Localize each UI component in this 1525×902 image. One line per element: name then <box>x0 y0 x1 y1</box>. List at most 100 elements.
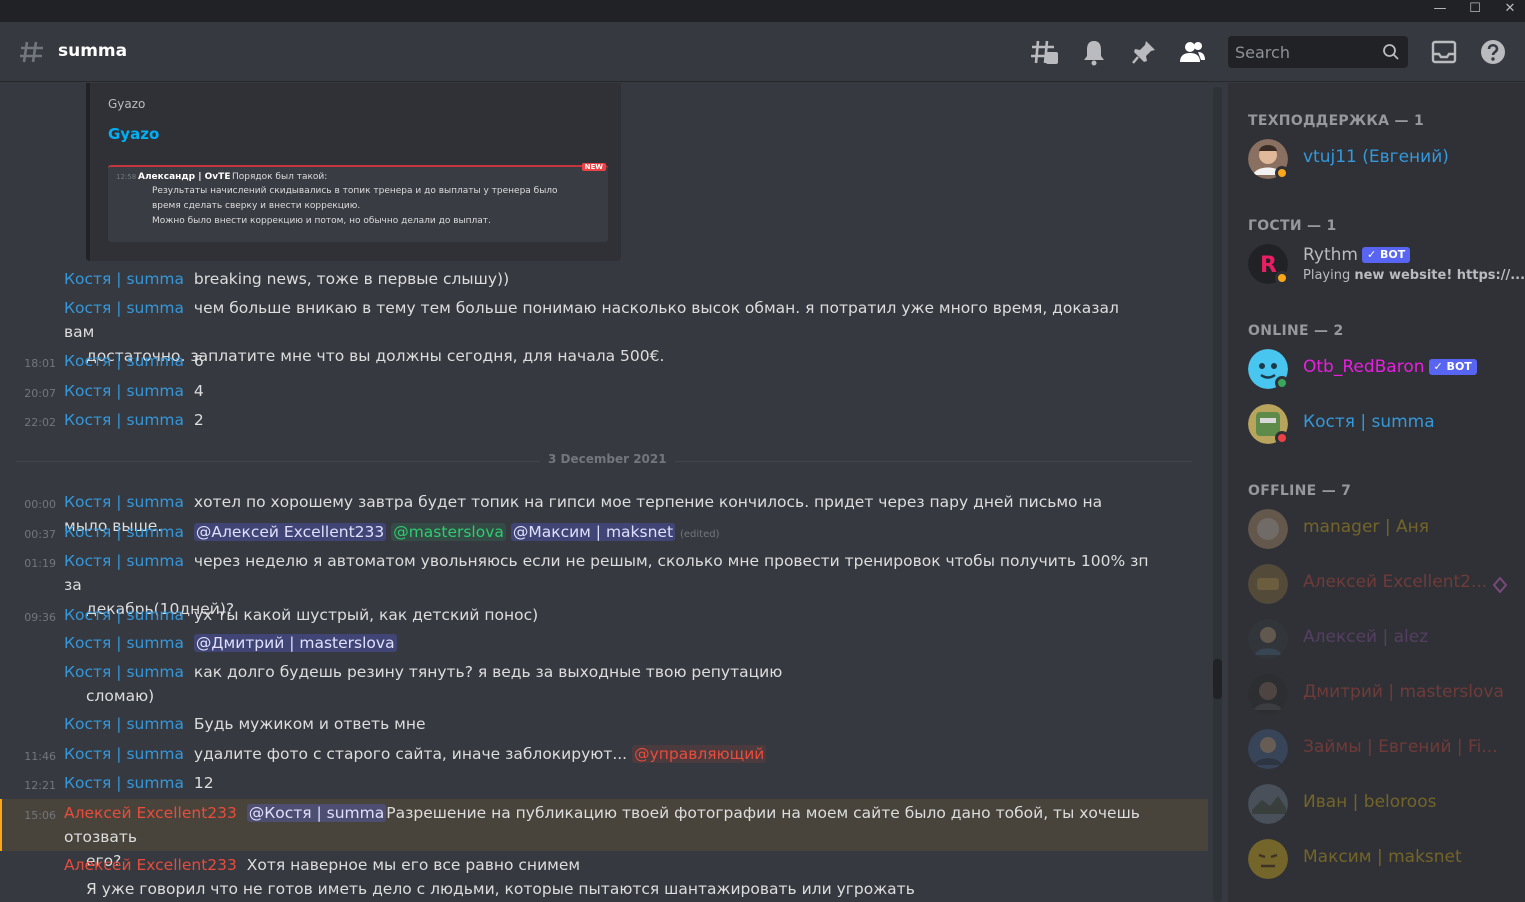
member-list-icon[interactable] <box>1178 38 1206 66</box>
member-name: vtuj11 (Евгений) <box>1303 147 1449 167</box>
member-name: Rythm ✓ BOT <box>1303 245 1411 265</box>
user-mention[interactable]: @Максим | maksnet <box>510 523 676 541</box>
member-item[interactable]: R Rythm ✓ BOT Playing new website! https:… <box>1248 244 1525 286</box>
idle-status-icon <box>1275 166 1289 180</box>
message-timestamp: 00:37 <box>24 528 56 541</box>
embed-image-line: Можно было внести коррекцию и потом, но … <box>152 216 491 226</box>
embed-image-time: 12:58 <box>116 173 137 181</box>
member-group-header: OFFLINE — 7 <box>1248 483 1352 499</box>
message-author[interactable]: Костя | summa <box>64 715 184 733</box>
message-author[interactable]: Костя | summa <box>64 523 184 541</box>
message-text: 12 <box>193 774 214 792</box>
link-embed: Gyazo Gyazo NEW 12:58 Александр | OvTE П… <box>86 83 621 261</box>
member-item[interactable]: Алексей Excellent2... <box>1248 564 1518 606</box>
svg-text:R: R <box>1260 253 1277 278</box>
pinned-messages-icon[interactable] <box>1130 38 1158 66</box>
message-timestamp: 22:02 <box>24 416 56 429</box>
idle-status-icon <box>1275 271 1289 285</box>
message-timestamp: 09:36 <box>24 611 56 624</box>
channel-header: summa <box>0 22 1525 82</box>
user-mention[interactable]: @Алексей Excellent233 <box>193 523 387 541</box>
message-timestamp: 18:01 <box>24 357 56 370</box>
threads-icon[interactable] <box>1030 38 1058 66</box>
avatar <box>1248 619 1288 659</box>
avatar <box>1248 674 1288 714</box>
member-name: Алексей | alez <box>1303 627 1429 647</box>
message-author[interactable]: Костя | summa <box>64 352 184 370</box>
message-text: чем больше вникаю в тему тем больше пони… <box>64 299 1119 341</box>
embed-image-author: Александр | OvTE <box>138 172 231 182</box>
message-list: Gyazo Gyazo NEW 12:58 Александр | OvTE П… <box>0 83 1213 902</box>
message-timestamp: 20:07 <box>24 387 56 400</box>
message-text: Хотя наверное мы его все равно снимем <box>246 856 581 874</box>
message-text: ух ты какой шустрый, как детский понос) <box>193 606 539 624</box>
member-item[interactable]: Займы | Евгений | Fi... <box>1248 729 1518 771</box>
message-text: Будь мужиком и ответь мне <box>193 715 426 733</box>
member-group-header: ONLINE — 2 <box>1248 323 1344 339</box>
user-mention[interactable]: @Костя | summa <box>246 804 387 822</box>
avatar <box>1248 564 1288 604</box>
embed-title-link[interactable]: Gyazo <box>108 125 159 143</box>
member-item[interactable]: vtuj11 (Евгений) <box>1248 139 1518 181</box>
avatar <box>1248 784 1288 824</box>
role-mention[interactable]: @управляющий <box>632 745 767 763</box>
message-timestamp: 01:19 <box>24 557 56 570</box>
do-not-disturb-status-icon <box>1275 431 1289 445</box>
embed-provider: Gyazo <box>108 97 146 111</box>
message-author[interactable]: Костя | summa <box>64 774 184 792</box>
member-item[interactable]: Otb_RedBaron ✓ BOT <box>1248 349 1518 391</box>
message-author[interactable]: Костя | summa <box>64 299 184 317</box>
message-text-continued: сломаю) <box>86 687 155 705</box>
help-icon[interactable] <box>1479 38 1507 66</box>
member-list: ТЕХПОДДЕРЖКА — 1 vtuj11 (Евгений) ГОСТИ … <box>1228 83 1525 902</box>
message-author[interactable]: Костя | summa <box>64 552 184 570</box>
date-divider-label: 3 December 2021 <box>540 452 675 466</box>
bot-badge: ✓ BOT <box>1428 359 1477 375</box>
message-author[interactable]: Костя | summa <box>64 270 184 288</box>
message-author[interactable]: Костя | summa <box>64 411 184 429</box>
member-item[interactable]: manager | Аня <box>1248 509 1518 551</box>
member-item[interactable]: Иван | beloroos <box>1248 784 1518 826</box>
message-text: как долго будешь резину тянуть? я ведь з… <box>193 663 783 681</box>
search-box[interactable] <box>1228 36 1408 68</box>
search-input[interactable] <box>1235 36 1375 68</box>
member-group-header: ТЕХПОДДЕРЖКА — 1 <box>1248 113 1424 129</box>
minimize-button[interactable]: — <box>1425 0 1455 22</box>
member-item[interactable]: Костя | summa <box>1248 404 1518 446</box>
message-author[interactable]: Костя | summa <box>64 745 184 763</box>
member-name: Иван | beloroos <box>1303 792 1437 812</box>
inbox-icon[interactable] <box>1430 38 1458 66</box>
embed-image[interactable]: NEW 12:58 Александр | OvTE Порядок был т… <box>108 163 608 242</box>
message-author[interactable]: Костя | summa <box>64 606 184 624</box>
message-author[interactable]: Костя | summa <box>64 634 184 652</box>
chat-scrollbar[interactable] <box>1213 87 1222 902</box>
member-name: Otb_RedBaron ✓ BOT <box>1303 357 1477 377</box>
message-author[interactable]: Костя | summa <box>64 663 184 681</box>
message-text: 2 <box>193 411 204 429</box>
message-timestamp: 11:46 <box>24 750 56 763</box>
message-author[interactable]: Алексей Excellent233 <box>64 856 237 874</box>
message-timestamp: 00:00 <box>24 498 56 511</box>
member-name: Костя | summa <box>1303 412 1435 432</box>
avatar <box>1248 729 1288 769</box>
chat-scrollbar-thumb[interactable] <box>1213 659 1222 699</box>
member-item[interactable]: Максим | maksnet <box>1248 839 1518 881</box>
embed-image-line: Результаты начислений скидывались в топи… <box>152 186 558 196</box>
embed-image-line: время сделать сверку и внести коррекцию. <box>152 201 361 211</box>
avatar <box>1248 509 1288 549</box>
member-item[interactable]: Алексей | alez <box>1248 619 1518 661</box>
edited-label: (edited) <box>679 529 720 540</box>
member-name: Дмитрий | masterslova <box>1303 682 1504 702</box>
maximize-button[interactable]: ☐ <box>1460 0 1490 22</box>
notification-bell-icon[interactable] <box>1080 38 1108 66</box>
message-author[interactable]: Костя | summa <box>64 493 184 511</box>
role-mention[interactable]: @masterslova <box>391 523 506 541</box>
search-icon <box>1383 44 1399 60</box>
member-group-header: ГОСТИ — 1 <box>1248 218 1337 234</box>
message-author[interactable]: Костя | summa <box>64 382 184 400</box>
member-item[interactable]: Дмитрий | masterslova <box>1248 674 1518 716</box>
user-mention[interactable]: @Дмитрий | masterslova <box>193 634 397 652</box>
close-window-button[interactable]: ✕ <box>1495 0 1525 22</box>
member-name: Займы | Евгений | Fi... <box>1303 737 1498 757</box>
message-author[interactable]: Алексей Excellent233 <box>64 804 237 822</box>
